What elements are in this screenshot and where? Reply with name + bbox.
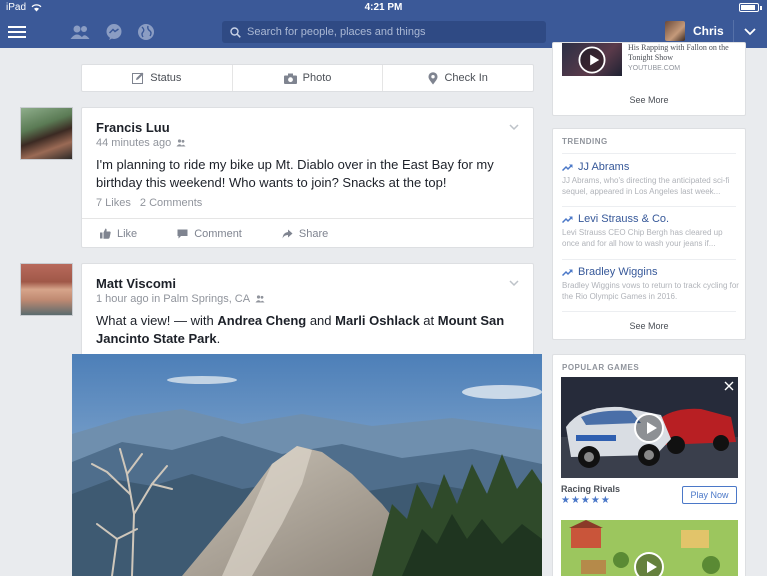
status-bar: iPad 4:21 PM	[0, 0, 767, 15]
camera-icon	[283, 73, 297, 84]
comment-icon	[177, 229, 188, 238]
comments-count[interactable]: 2 Comments	[140, 197, 202, 209]
post-time[interactable]: 1 hour ago in Palm Springs, CA	[96, 293, 250, 305]
trending-arrow-icon	[562, 215, 573, 223]
share-button[interactable]: Share	[282, 228, 328, 240]
profile-link[interactable]: Chris	[665, 21, 724, 41]
search-icon	[230, 26, 241, 38]
post-author[interactable]: Francis Luu	[96, 120, 170, 135]
trending-arrow-icon	[562, 163, 573, 171]
chevron-down-icon[interactable]	[509, 278, 519, 288]
friends-privacy-icon	[176, 139, 186, 147]
status-button[interactable]: Status	[82, 65, 233, 91]
search-bar[interactable]	[222, 21, 546, 43]
play-icon	[578, 46, 606, 74]
chevron-down-icon[interactable]	[509, 122, 519, 132]
game-rating: ★★★★★	[561, 495, 611, 506]
trending-title: TRENDING	[562, 137, 608, 146]
battery-tip	[760, 6, 762, 10]
post-text-part: What a view! — with	[96, 313, 218, 328]
see-more-link[interactable]: See More	[553, 95, 745, 105]
post-author[interactable]: Matt Viscomi	[96, 276, 176, 291]
tagged-friend[interactable]: Marli Oshlack	[335, 313, 420, 328]
notifications-globe-icon[interactable]	[136, 22, 156, 42]
trending-item[interactable]: JJ Abrams JJ Abrams, who's directing the…	[562, 161, 740, 197]
game-thumbnail[interactable]	[561, 377, 738, 478]
popular-games-card: POPULAR GAMES Racing Rivals ★★★★★ Play N…	[552, 354, 746, 576]
trending-description: Levi Strauss CEO Chip Bergh has cleared …	[562, 228, 723, 248]
trending-name: Bradley Wiggins	[578, 266, 658, 278]
play-icon	[634, 413, 664, 443]
photo-label: Photo	[302, 72, 332, 84]
trending-arrow-icon	[562, 268, 573, 276]
status-label: Status	[150, 72, 182, 84]
divider	[562, 206, 736, 207]
video-card: His Rapping with Fallon on the Tonight S…	[552, 42, 746, 116]
trending-description: JJ Abrams, who's directing the anticipat…	[562, 176, 730, 196]
play-icon	[634, 552, 664, 576]
post-stats: 7 Likes 2 Comments	[96, 197, 208, 209]
battery-icon	[739, 3, 759, 12]
trending-item[interactable]: Bradley Wiggins Bradley Wiggins vows to …	[562, 266, 740, 302]
likes-count[interactable]: 7 Likes	[96, 197, 131, 209]
divider	[562, 311, 736, 312]
post-photo[interactable]	[72, 354, 542, 576]
game-thumbnail[interactable]	[561, 520, 738, 576]
share-icon	[282, 229, 293, 238]
trending-item[interactable]: Levi Strauss & Co. Levi Strauss CEO Chip…	[562, 213, 740, 249]
divider	[562, 153, 736, 154]
status-time: 4:21 PM	[364, 2, 403, 13]
photo-button[interactable]: Photo	[233, 65, 384, 91]
avatar[interactable]	[20, 263, 73, 316]
post-text-part: and	[306, 313, 336, 328]
video-source: YOUTUBE.COM	[628, 65, 681, 72]
post-meta: 44 minutes ago	[96, 137, 186, 149]
post-text-part: at	[419, 313, 438, 328]
divider	[562, 259, 736, 260]
check-in-button[interactable]: Check In	[383, 65, 533, 91]
chevron-down-icon[interactable]	[740, 22, 760, 42]
trending-name: Levi Strauss & Co.	[578, 213, 670, 225]
search-input[interactable]	[247, 26, 527, 38]
post-actions: Like Comment Share	[82, 218, 533, 248]
mountain-landscape-image	[72, 354, 542, 576]
check-in-label: Check In	[444, 72, 488, 84]
play-now-button[interactable]: Play Now	[682, 486, 737, 504]
game-name[interactable]: Racing Rivals	[561, 484, 620, 494]
post-text: What a view! — with Andrea Cheng and Mar…	[96, 312, 516, 348]
avatar[interactable]	[20, 107, 73, 160]
trending-description: Bradley Wiggins vows to return to track …	[562, 281, 739, 301]
friends-privacy-icon	[255, 295, 265, 303]
comment-button[interactable]: Comment	[177, 228, 242, 240]
menu-icon[interactable]	[7, 22, 27, 42]
post-meta: 1 hour ago in Palm Springs, CA	[96, 293, 265, 305]
video-title[interactable]: His Rapping with Fallon on the Tonight S…	[628, 43, 740, 63]
location-pin-icon	[428, 71, 438, 84]
composer: Status Photo Check In	[81, 64, 534, 92]
post-text: I'm planning to ride my bike up Mt. Diab…	[96, 157, 494, 190]
friend-requests-icon[interactable]	[70, 22, 90, 42]
profile-name: Chris	[693, 24, 724, 38]
post-time[interactable]: 44 minutes ago	[96, 137, 171, 149]
post-card: Matt Viscomi 1 hour ago in Palm Springs,…	[81, 263, 534, 363]
messenger-icon[interactable]	[104, 22, 124, 42]
tagged-friend[interactable]: Andrea Cheng	[217, 313, 306, 328]
like-label: Like	[117, 227, 138, 240]
video-thumbnail[interactable]	[562, 43, 622, 76]
edit-icon	[132, 72, 144, 84]
post-card: Francis Luu 44 minutes ago I'm planning …	[81, 107, 534, 248]
post-text-part: .	[216, 331, 221, 346]
trending-card: TRENDING JJ Abrams JJ Abrams, who's dire…	[552, 128, 746, 340]
avatar	[665, 21, 685, 41]
nav-divider	[733, 20, 734, 44]
close-icon[interactable]	[724, 381, 734, 391]
see-more-link[interactable]: See More	[553, 321, 745, 331]
comment-label: Comment	[194, 227, 242, 240]
trending-name: JJ Abrams	[578, 161, 630, 173]
popular-games-title: POPULAR GAMES	[562, 363, 640, 372]
share-label: Share	[298, 227, 329, 240]
thumbs-up-icon	[100, 228, 111, 239]
like-button[interactable]: Like	[100, 228, 137, 240]
